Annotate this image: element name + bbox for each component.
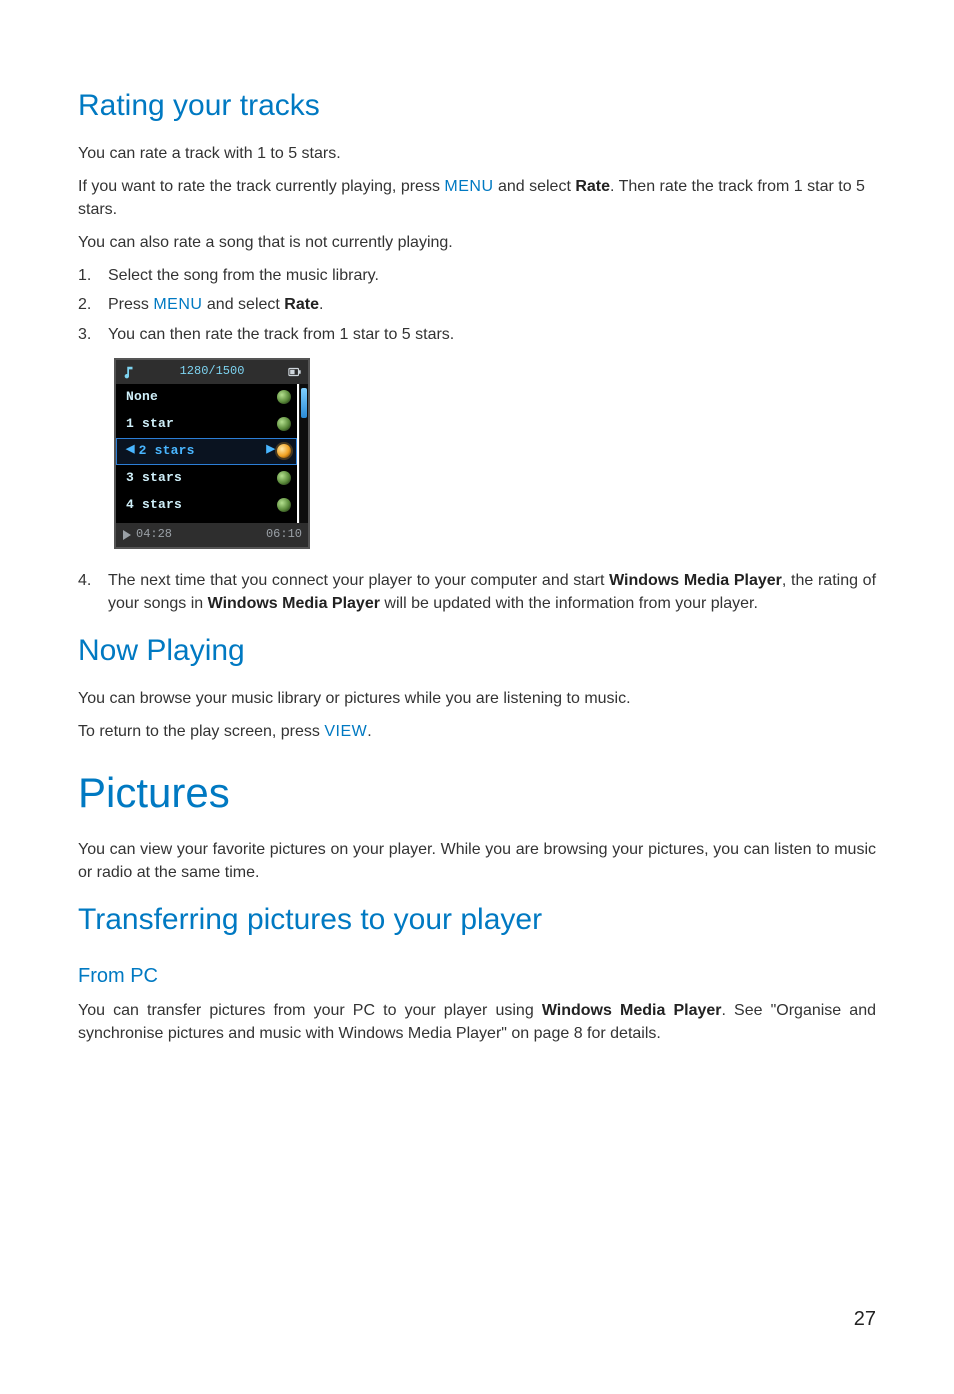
volume-level-gauge bbox=[299, 384, 308, 523]
rating-option-3stars[interactable]: 3 stars bbox=[116, 465, 297, 492]
para: You can browse your music library or pic… bbox=[78, 687, 876, 710]
arrow-right-icon: ▶ bbox=[266, 443, 275, 459]
label-wmp: Windows Media Player bbox=[208, 595, 380, 612]
text: . bbox=[319, 296, 323, 313]
player-screenshot: 1280/1500 None 1 star ◀ 2 star bbox=[114, 358, 310, 549]
rating-options-list: None 1 star ◀ 2 stars ▶ 3 stars bbox=[116, 384, 297, 523]
keyword-menu: MENU bbox=[444, 178, 493, 195]
step-text: You can then rate the track from 1 star … bbox=[108, 323, 454, 346]
step-num: 3. bbox=[78, 323, 108, 346]
steps-list: 1. Select the song from the music librar… bbox=[78, 264, 876, 346]
label-wmp: Windows Media Player bbox=[609, 572, 782, 589]
option-label: 3 stars bbox=[126, 469, 277, 488]
indicator-dot-icon bbox=[277, 471, 291, 485]
heading-rating-tracks: Rating your tracks bbox=[78, 84, 876, 128]
para: You can rate a track with 1 to 5 stars. bbox=[78, 142, 876, 165]
keyword-view: VIEW bbox=[324, 723, 367, 740]
para: If you want to rate the track currently … bbox=[78, 175, 876, 221]
track-counter: 1280/1500 bbox=[180, 363, 245, 380]
player-top-bar: 1280/1500 bbox=[116, 360, 308, 384]
step-num: 2. bbox=[78, 293, 108, 316]
rating-option-4stars[interactable]: 4 stars bbox=[116, 492, 297, 519]
text: The next time that you connect your play… bbox=[108, 572, 609, 589]
indicator-dot-icon bbox=[277, 390, 291, 404]
step-text: Select the song from the music library. bbox=[108, 264, 379, 287]
text: and select bbox=[202, 296, 284, 313]
heading-transferring-pictures: Transferring pictures to your player bbox=[78, 898, 876, 942]
para: To return to the play screen, press VIEW… bbox=[78, 720, 876, 743]
steps-list-continued: 4. The next time that you connect your p… bbox=[78, 569, 876, 615]
music-note-icon bbox=[122, 365, 136, 379]
label-wmp: Windows Media Player bbox=[542, 1002, 722, 1019]
para: You can view your favorite pictures on y… bbox=[78, 838, 876, 884]
option-label: 1 star bbox=[126, 415, 277, 434]
text: will be updated with the information fro… bbox=[380, 595, 758, 612]
text: Press bbox=[108, 296, 153, 313]
rating-option-none[interactable]: None bbox=[116, 384, 297, 411]
text: and select bbox=[494, 178, 576, 195]
text: You can transfer pictures from your PC t… bbox=[78, 1002, 542, 1019]
battery-icon bbox=[288, 365, 302, 379]
step-num: 1. bbox=[78, 264, 108, 287]
text: . bbox=[367, 723, 371, 740]
step-text: The next time that you connect your play… bbox=[108, 569, 876, 615]
para: You can transfer pictures from your PC t… bbox=[78, 999, 876, 1045]
para: You can also rate a song that is not cur… bbox=[78, 231, 876, 254]
manual-page: Rating your tracks You can rate a track … bbox=[0, 0, 954, 1394]
step-2: 2. Press MENU and select Rate. bbox=[78, 293, 876, 316]
text: If you want to rate the track currently … bbox=[78, 178, 444, 195]
time-elapsed: 04:28 bbox=[136, 526, 172, 543]
heading-now-playing: Now Playing bbox=[78, 629, 876, 673]
keyword-menu: MENU bbox=[153, 296, 202, 313]
text: To return to the play screen, press bbox=[78, 723, 324, 740]
step-3: 3. You can then rate the track from 1 st… bbox=[78, 323, 876, 346]
rating-option-2stars[interactable]: ◀ 2 stars ▶ bbox=[116, 438, 297, 465]
subheading-from-pc: From PC bbox=[78, 962, 876, 991]
option-label: 4 stars bbox=[126, 496, 277, 515]
time-total: 06:10 bbox=[266, 526, 302, 543]
option-label: None bbox=[126, 388, 277, 407]
label-rate: Rate bbox=[284, 296, 319, 313]
step-num: 4. bbox=[78, 569, 108, 615]
step-1: 1. Select the song from the music librar… bbox=[78, 264, 876, 287]
label-rate: Rate bbox=[575, 178, 610, 195]
step-4: 4. The next time that you connect your p… bbox=[78, 569, 876, 615]
volume-level-fill bbox=[301, 388, 307, 418]
step-text: Press MENU and select Rate. bbox=[108, 293, 323, 316]
player-bottom-bar: 04:28 06:10 bbox=[116, 523, 308, 547]
indicator-dot-icon bbox=[277, 444, 291, 458]
page-number: 27 bbox=[78, 1305, 876, 1334]
indicator-dot-icon bbox=[277, 417, 291, 431]
heading-pictures: Pictures bbox=[78, 763, 876, 824]
arrow-left-icon: ◀ bbox=[126, 443, 135, 459]
indicator-dot-icon bbox=[277, 498, 291, 512]
play-icon bbox=[122, 530, 132, 540]
rating-option-1star[interactable]: 1 star bbox=[116, 411, 297, 438]
option-label: 2 stars bbox=[139, 442, 265, 461]
